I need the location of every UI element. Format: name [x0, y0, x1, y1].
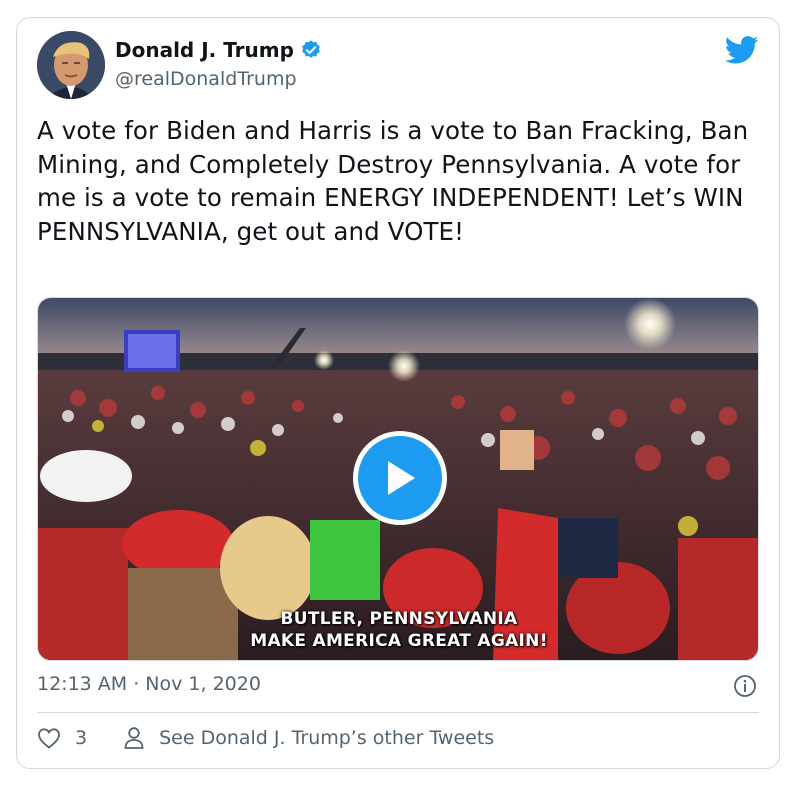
tweet-text: A vote for Biden and Harris is a vote to…: [37, 116, 749, 246]
other-tweets-link[interactable]: See Donald J. Trump’s other Tweets: [123, 726, 494, 750]
info-icon[interactable]: [733, 674, 757, 698]
avatar[interactable]: [37, 31, 105, 99]
video-caption-line1: BUTLER, PENNSYLVANIA: [280, 609, 518, 629]
twitter-bird-icon[interactable]: [725, 36, 759, 64]
tweet-timestamp[interactable]: 12:13 AM · Nov 1, 2020: [37, 673, 261, 695]
like-count: 3: [75, 727, 88, 749]
person-icon: [124, 727, 144, 749]
author-handle[interactable]: @realDonaldTrump: [115, 68, 297, 90]
divider: [37, 712, 759, 713]
play-button[interactable]: [353, 431, 447, 525]
verified-badge-icon: [302, 40, 320, 58]
other-tweets-label: See Donald J. Trump’s other Tweets: [159, 727, 495, 749]
heart-icon: [38, 728, 60, 749]
author-name[interactable]: Donald J. Trump: [115, 38, 294, 62]
video-caption-line2: MAKE AMERICA GREAT AGAIN!: [250, 631, 548, 651]
tweet-card[interactable]: Donald J. Trump @realDonaldTrump A vote …: [16, 17, 780, 769]
like-button[interactable]: 3: [37, 727, 87, 749]
play-icon: [388, 461, 415, 495]
video-player[interactable]: BUTLER, PENNSYLVANIA MAKE AMERICA GREAT …: [37, 297, 759, 661]
